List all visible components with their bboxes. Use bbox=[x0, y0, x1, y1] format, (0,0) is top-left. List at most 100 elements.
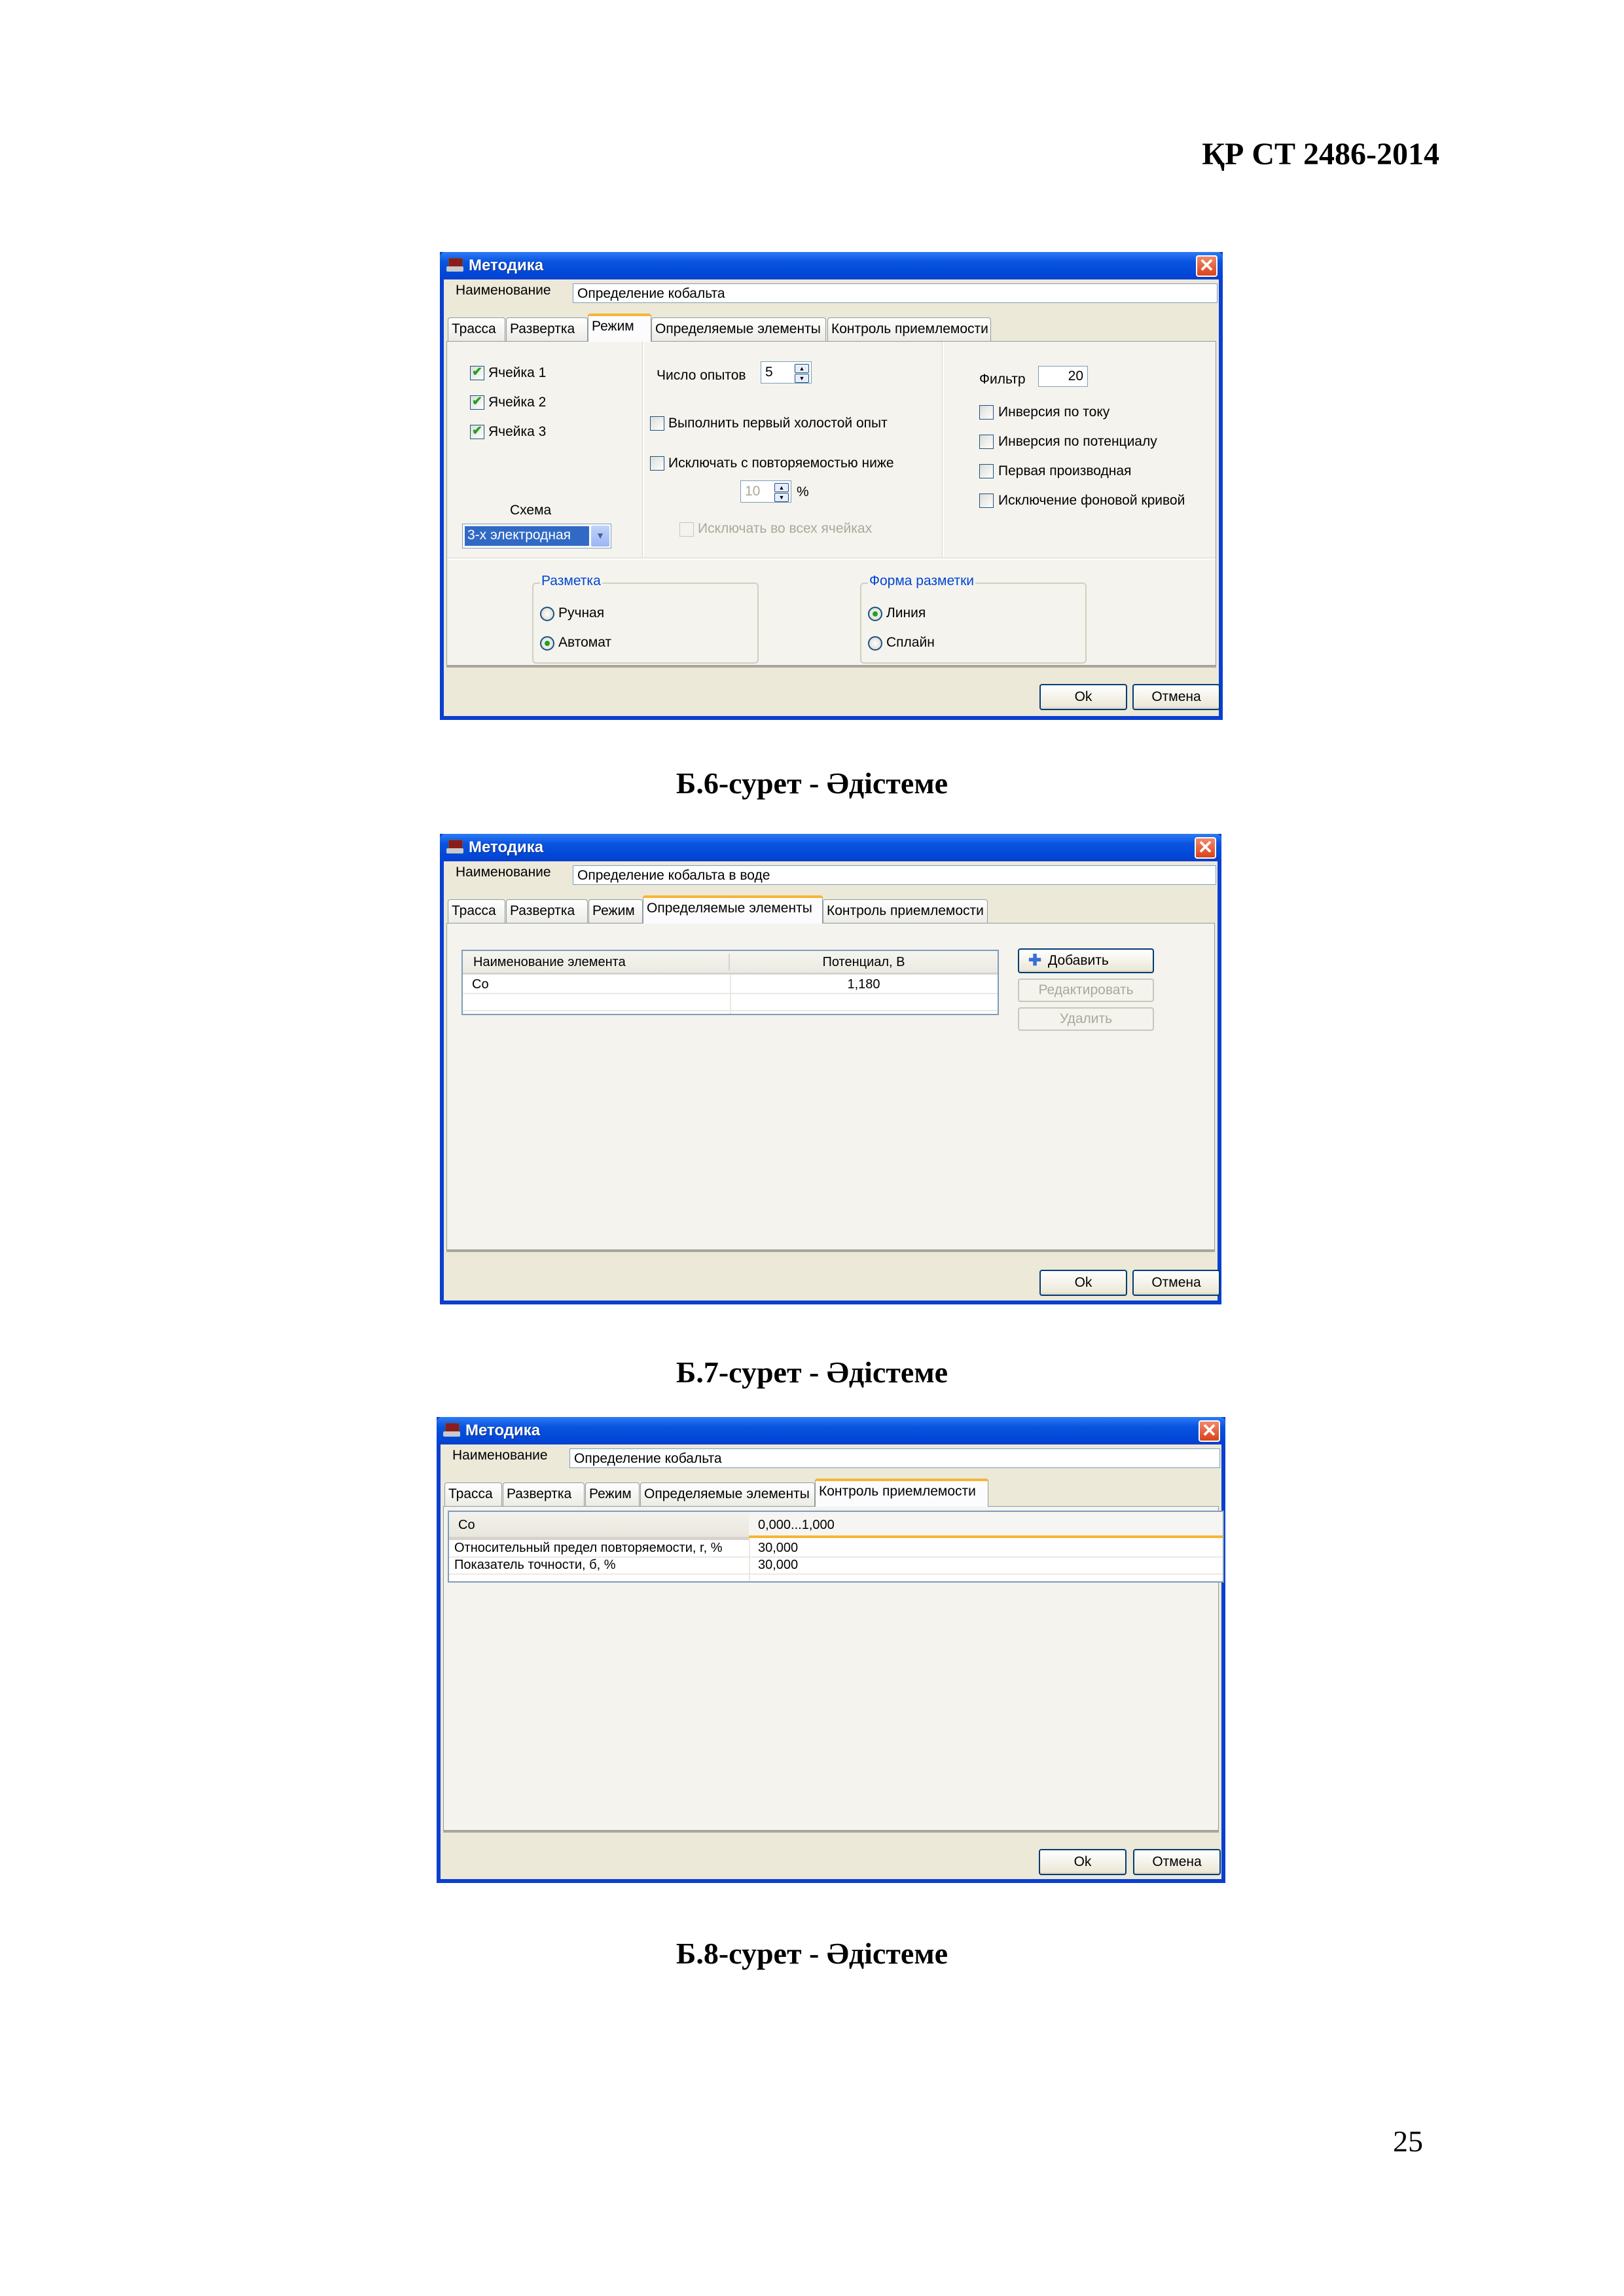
cell-1-label: Ячейка 1 bbox=[488, 365, 547, 380]
table-row-potential[interactable]: 1,180 bbox=[730, 977, 998, 992]
cancel-button[interactable]: Отмена bbox=[1132, 1270, 1220, 1296]
percent-sign: % bbox=[797, 484, 809, 499]
close-button[interactable]: ✕ bbox=[1199, 1420, 1220, 1442]
table-row-element-name[interactable]: Co bbox=[472, 977, 489, 992]
cell-3-checkbox[interactable] bbox=[470, 423, 484, 439]
header-underline bbox=[449, 1537, 749, 1540]
document-header: ҚР СТ 2486-2014 bbox=[1202, 137, 1439, 171]
chevron-down-icon[interactable]: ▼ bbox=[591, 526, 609, 547]
ok-button[interactable]: Ok bbox=[1039, 1849, 1127, 1875]
close-button[interactable]: ✕ bbox=[1196, 255, 1218, 277]
ok-button[interactable]: Ok bbox=[1039, 684, 1127, 710]
element-header[interactable]: Co bbox=[458, 1518, 475, 1533]
repeatability-value[interactable]: 30,000 bbox=[758, 1541, 798, 1556]
invert-current-checkbox[interactable] bbox=[979, 405, 994, 420]
ok-button[interactable]: Ok bbox=[1039, 1270, 1127, 1296]
name-label: Наименование bbox=[452, 1448, 548, 1463]
figure-caption-b7: Б.7-сурет - Әдістеме bbox=[676, 1355, 948, 1389]
title-bar[interactable]: Методика ✕ bbox=[440, 834, 1221, 861]
close-button[interactable]: ✕ bbox=[1195, 837, 1216, 859]
column-divider bbox=[730, 975, 731, 1014]
cancel-button[interactable]: Отмена bbox=[1133, 1849, 1221, 1875]
blank-run-checkbox[interactable] bbox=[650, 416, 664, 431]
add-element-label: Добавить bbox=[1048, 953, 1109, 968]
marking-auto-radio[interactable] bbox=[540, 636, 554, 651]
spinner-arrows[interactable]: ▲ ▼ bbox=[774, 483, 789, 502]
invert-potential-checkbox[interactable] bbox=[979, 435, 994, 449]
column-header-element[interactable]: Наименование элемента bbox=[473, 955, 626, 970]
runs-spinner[interactable]: 5 ▲ ▼ bbox=[761, 361, 812, 384]
arrow-down-icon[interactable]: ▼ bbox=[774, 493, 789, 502]
arrow-up-icon[interactable]: ▲ bbox=[795, 364, 809, 373]
tab-sweep[interactable]: Развертка bbox=[506, 899, 588, 923]
spinner-arrows[interactable]: ▲ ▼ bbox=[795, 364, 809, 383]
arrow-down-icon[interactable]: ▼ bbox=[795, 374, 809, 383]
blank-run-label: Выполнить первый холостой опыт bbox=[668, 416, 888, 431]
tab-sweep[interactable]: Развертка bbox=[503, 1482, 585, 1506]
runs-label: Число опытов bbox=[657, 368, 746, 383]
range-value: 0,000...1,000 bbox=[758, 1518, 835, 1532]
arrow-up-icon[interactable]: ▲ bbox=[774, 483, 789, 492]
tab-mode[interactable]: Режим bbox=[585, 1482, 640, 1506]
edit-element-button[interactable]: Редактировать bbox=[1018, 978, 1154, 1002]
first-derivative-checkbox[interactable] bbox=[979, 464, 994, 478]
cell-2-checkbox[interactable] bbox=[470, 394, 484, 410]
footer-divider bbox=[446, 666, 1216, 668]
marking-shape-group: Форма разметки Линия Сплайн bbox=[860, 573, 1087, 664]
table-header: Co 0,000...1,000 bbox=[449, 1512, 1223, 1540]
marking-manual-radio[interactable] bbox=[540, 607, 554, 621]
close-icon: ✕ bbox=[1201, 1420, 1218, 1441]
exclude-percent-value: 10 bbox=[745, 484, 761, 499]
cancel-button[interactable]: Отмена bbox=[1132, 684, 1220, 710]
scheme-select[interactable]: 3-х электродная ▼ bbox=[462, 524, 611, 548]
background-exclusion-checkbox[interactable] bbox=[979, 493, 994, 508]
dialog-title: Методика bbox=[465, 1422, 541, 1439]
accuracy-value[interactable]: 30,000 bbox=[758, 1558, 798, 1573]
methodology-dialog-mode: Методика ✕ Наименование Определение коба… bbox=[440, 252, 1223, 720]
tab-trace[interactable]: Трасса bbox=[448, 317, 505, 341]
filter-input[interactable]: 20 bbox=[1038, 366, 1088, 387]
app-icon bbox=[446, 840, 463, 854]
shape-spline-radio[interactable] bbox=[868, 636, 882, 651]
delete-element-button[interactable]: Удалить bbox=[1018, 1007, 1154, 1031]
tab-mode[interactable]: Режим bbox=[588, 314, 651, 342]
shape-spline-label: Сплайн bbox=[886, 635, 935, 650]
name-label: Наименование bbox=[456, 865, 551, 880]
exclude-label: Исключать с повторяемостью ниже bbox=[668, 456, 894, 471]
exclude-all-label: Исключать во всех ячейках bbox=[698, 521, 873, 536]
column-divider bbox=[642, 342, 644, 558]
acceptance-table: Co 0,000...1,000 Относительный предел по… bbox=[448, 1511, 1224, 1583]
exclude-percent-spinner[interactable]: 10 ▲ ▼ bbox=[740, 480, 791, 503]
name-input[interactable]: Определение кобальта в воде bbox=[573, 865, 1216, 885]
tab-elements[interactable]: Определяемые элементы bbox=[651, 317, 826, 341]
runs-value: 5 bbox=[765, 365, 773, 380]
tab-acceptance[interactable]: Контроль приемлемости bbox=[815, 1479, 988, 1507]
tab-elements[interactable]: Определяемые элементы bbox=[640, 1482, 815, 1506]
name-input[interactable]: Определение кобальта bbox=[573, 283, 1218, 303]
tab-sweep[interactable]: Развертка bbox=[506, 317, 588, 341]
first-derivative-label: Первая производная bbox=[998, 463, 1132, 478]
range-header-cell[interactable]: 0,000...1,000 bbox=[749, 1512, 1223, 1538]
exclude-all-checkbox[interactable] bbox=[679, 522, 694, 537]
marking-group: Разметка Ручная Автомат bbox=[532, 573, 759, 664]
app-icon bbox=[443, 1423, 460, 1437]
shape-line-radio[interactable] bbox=[868, 607, 882, 621]
marking-manual-label: Ручная bbox=[558, 605, 605, 620]
acceptance-panel: Co 0,000...1,000 Относительный предел по… bbox=[443, 1506, 1224, 1831]
tab-mode[interactable]: Режим bbox=[588, 899, 643, 923]
exclude-checkbox[interactable] bbox=[650, 456, 664, 471]
tab-acceptance[interactable]: Контроль приемлемости bbox=[827, 317, 991, 341]
elements-panel: Наименование элемента Потенциал, В Co 1,… bbox=[446, 923, 1215, 1250]
column-header-potential[interactable]: Потенциал, В bbox=[730, 955, 998, 970]
tab-acceptance[interactable]: Контроль приемлемости bbox=[823, 899, 988, 923]
tab-trace[interactable]: Трасса bbox=[448, 899, 505, 923]
tab-elements[interactable]: Определяемые элементы bbox=[643, 895, 823, 924]
name-input[interactable]: Определение кобальта bbox=[569, 1448, 1220, 1468]
title-bar[interactable]: Методика ✕ bbox=[440, 252, 1223, 279]
add-element-button[interactable]: ✚ Добавить bbox=[1018, 948, 1154, 973]
title-bar[interactable]: Методика ✕ bbox=[437, 1417, 1225, 1444]
plus-icon: ✚ bbox=[1028, 952, 1042, 969]
tab-trace[interactable]: Трасса bbox=[444, 1482, 502, 1506]
footer-divider bbox=[446, 1250, 1215, 1252]
cell-1-checkbox[interactable] bbox=[470, 365, 484, 380]
